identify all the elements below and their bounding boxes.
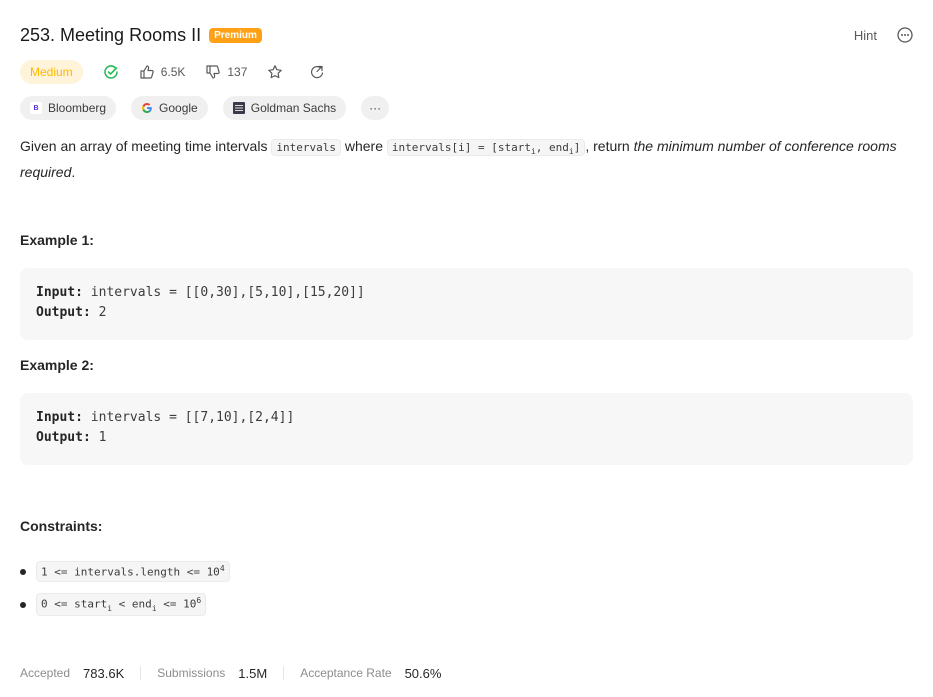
premium-badge: Premium <box>209 27 262 43</box>
thumbs-up-icon <box>140 65 154 79</box>
more-companies-button[interactable]: ··· <box>361 96 390 120</box>
example-box: Input: intervals = [[0,30],[5,10],[15,20… <box>20 268 913 340</box>
hint-button[interactable]: Hint <box>854 28 877 43</box>
goldman-sachs-logo-icon <box>232 102 245 114</box>
company-tag-goldman-sachs[interactable]: Goldman Sachs <box>222 96 347 120</box>
solved-check-icon <box>103 64 119 80</box>
bloomberg-logo-icon: B <box>30 102 42 114</box>
list-item: 0 <= starti < endi <= 106 <box>20 588 230 621</box>
star-icon <box>268 65 283 79</box>
example-box: Input: intervals = [[7,10],[2,4]] Output… <box>20 393 913 465</box>
submissions-label: Submissions <box>157 666 226 680</box>
divider <box>140 666 142 680</box>
accepted-label: Accepted <box>20 666 71 680</box>
constraint-code: 1 <= intervals.length <= 104 <box>36 561 230 582</box>
constraint-code: 0 <= starti < endi <= 106 <box>36 593 207 616</box>
divider <box>283 666 285 680</box>
dislikes-count: 137 <box>227 65 248 79</box>
company-tag-google[interactable]: Google <box>131 96 208 120</box>
title-actions: Hint <box>854 27 913 43</box>
google-logo-icon <box>141 102 153 114</box>
constraints-heading: Constraints: <box>20 518 103 534</box>
thumbs-down-icon <box>206 65 221 79</box>
meta-row: Medium 6.5K 137 <box>20 60 331 84</box>
company-name: Google <box>159 101 198 115</box>
share-icon <box>311 65 324 79</box>
stats-bar: Accepted 783.6K Submissions 1.5M Accepta… <box>20 663 441 683</box>
problem-title: 253. Meeting Rooms II <box>20 24 202 45</box>
more-circle-icon[interactable] <box>897 27 913 43</box>
acceptance-rate-label: Acceptance Rate <box>300 666 392 680</box>
likes-count: 6.5K <box>160 65 186 79</box>
company-name: Bloomberg <box>48 101 107 115</box>
example-heading: Example 1: <box>20 232 94 248</box>
title-row: 253. Meeting Rooms II Premium Hint <box>20 22 913 48</box>
inline-code: intervals <box>271 139 341 156</box>
accepted-value: 783.6K <box>83 665 125 681</box>
favorite-button[interactable] <box>267 64 289 80</box>
constraints-list: 1 <= intervals.length <= 104 0 <= starti… <box>20 555 230 621</box>
problem-description: Given an array of meeting time intervals… <box>20 138 897 181</box>
inline-code: intervals[i] = [starti, endi] <box>386 139 586 156</box>
difficulty-badge: Medium <box>20 60 83 84</box>
dislike-button[interactable]: 137 <box>205 64 247 80</box>
company-tags: B Bloomberg Google Goldman Sachs ··· <box>20 96 390 120</box>
submissions-value: 1.5M <box>238 665 268 681</box>
share-button[interactable] <box>309 64 331 80</box>
bullet <box>20 568 26 575</box>
company-tag-bloomberg[interactable]: B Bloomberg <box>20 96 117 120</box>
example-heading: Example 2: <box>20 357 94 373</box>
acceptance-rate-value: 50.6% <box>404 665 442 681</box>
bullet <box>20 601 26 608</box>
company-name: Goldman Sachs <box>250 101 337 115</box>
list-item: 1 <= intervals.length <= 104 <box>20 555 230 588</box>
like-button[interactable]: 6.5K <box>139 64 186 80</box>
